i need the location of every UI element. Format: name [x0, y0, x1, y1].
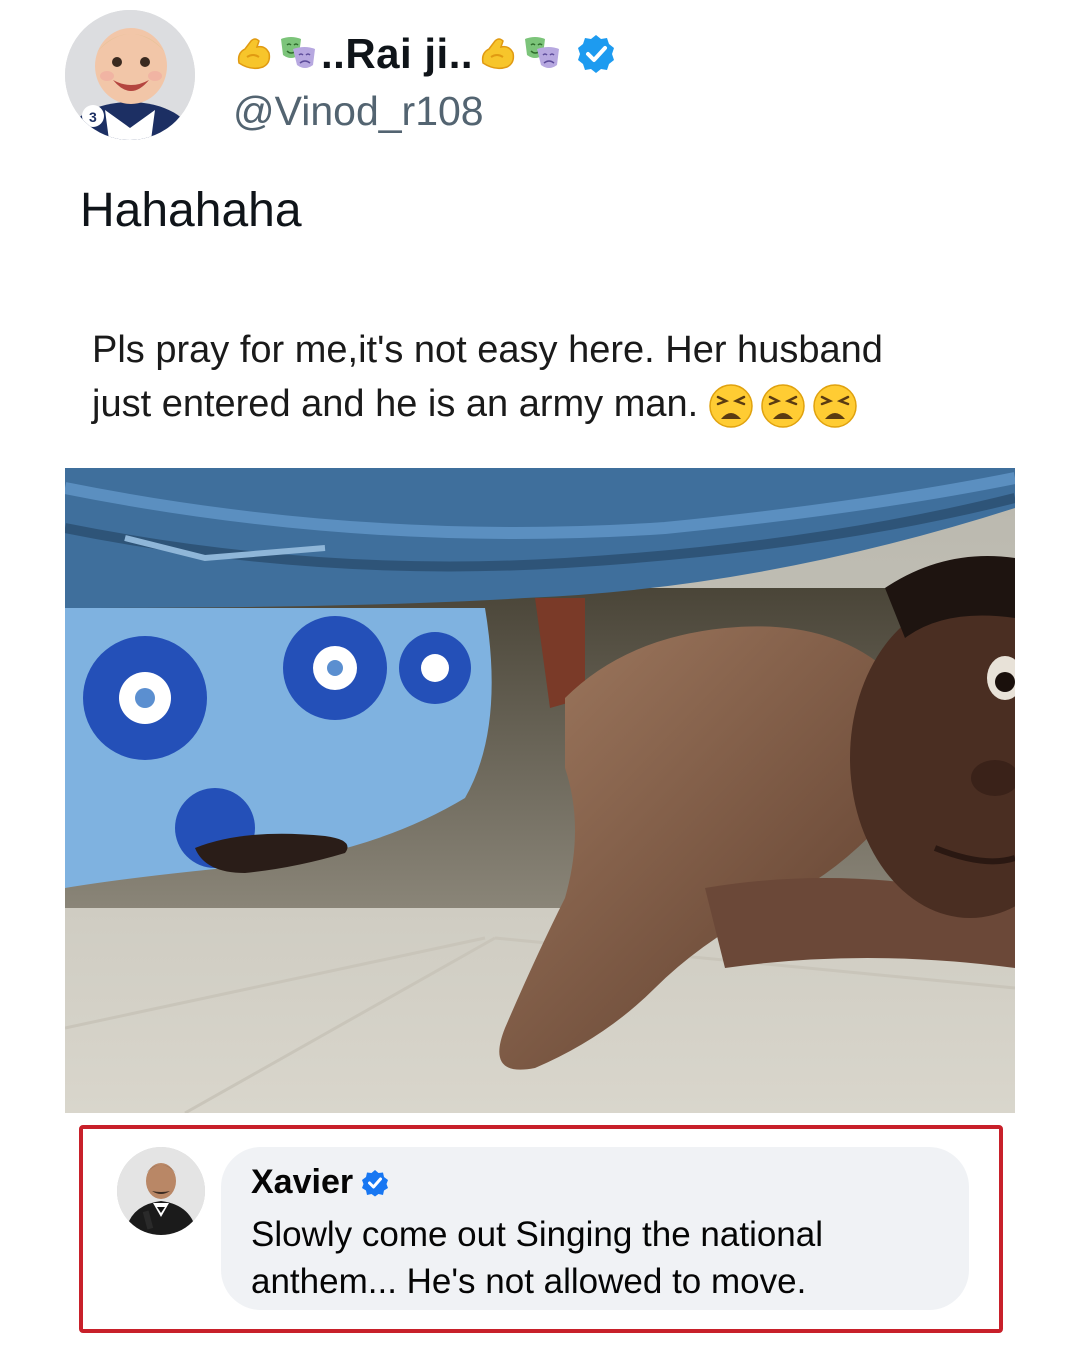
performing-arts-icon	[277, 33, 319, 75]
highlighted-reply: Xavier Slowly come out Singing the natio…	[79, 1125, 1003, 1333]
tweet-header: 3 ..Rai ji.. @Vinod_r108	[65, 10, 965, 145]
performing-arts-icon	[521, 33, 563, 75]
meme-caption: Pls pray for me,it's not easy here. Her …	[92, 323, 992, 431]
verified-badge-icon	[575, 33, 617, 75]
author-display-name[interactable]: ..Rai ji..	[321, 30, 473, 78]
weary-face-icon	[708, 383, 754, 429]
author-handle[interactable]: @Vinod_r108	[233, 88, 484, 135]
baby-avatar-image: 3	[65, 10, 195, 140]
meme-photo[interactable]	[65, 468, 1015, 1113]
tweet-text: Hahahaha	[80, 184, 302, 237]
meme-caption-line-2: just entered and he is an army man.	[92, 383, 699, 425]
flexed-biceps-icon	[477, 33, 519, 75]
reply-text: Slowly come out Singing the national ant…	[251, 1211, 951, 1305]
author-avatar[interactable]: 3	[65, 10, 195, 140]
weary-face-icon	[812, 383, 858, 429]
meme-caption-line-2-row: just entered and he is an army man.	[92, 377, 992, 431]
verified-badge-icon	[361, 1169, 389, 1197]
weary-emoji-group	[708, 383, 864, 429]
weary-face-icon	[760, 383, 806, 429]
reply-text-line-1: Slowly come out Singing the national	[251, 1215, 824, 1254]
reply-name-row: Xavier	[251, 1163, 389, 1202]
reply-text-line-2: anthem... He's not allowed to move.	[251, 1262, 807, 1301]
reply-author-name[interactable]: Xavier	[251, 1163, 353, 1202]
man-in-suit-avatar-image	[117, 1147, 205, 1235]
man-hiding-under-bed-image	[65, 468, 1015, 1113]
svg-text:3: 3	[89, 109, 97, 125]
author-name-row: ..Rai ji..	[233, 24, 617, 84]
flexed-biceps-icon	[233, 33, 275, 75]
reply-author-avatar[interactable]	[117, 1147, 205, 1235]
meme-caption-line-1: Pls pray for me,it's not easy here. Her …	[92, 329, 883, 371]
reply-bubble: Xavier Slowly come out Singing the natio…	[221, 1147, 969, 1310]
